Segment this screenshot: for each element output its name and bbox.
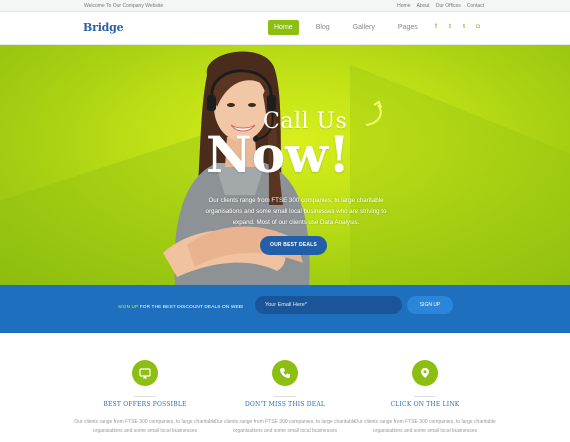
feature-divider bbox=[274, 396, 296, 397]
feature-column: BEST OFFERS POSSIBLE Our clients range f… bbox=[70, 360, 220, 436]
signup-band: SIGN UP FOR THE BEST DISCOUNT DEALS ON W… bbox=[0, 285, 570, 333]
feature-title: DON'T MISS THIS DEAL bbox=[244, 401, 326, 408]
feature-divider bbox=[414, 396, 436, 397]
top-link-home[interactable]: Home bbox=[397, 3, 410, 9]
main-nav: Home Blog Gallery Pages bbox=[268, 20, 435, 35]
feature-description: Our clients range from FTSE 300 companie… bbox=[354, 419, 496, 434]
welcome-text: Welcome To Our Company Website bbox=[84, 3, 164, 9]
hero-description: Our clients range from FTSE 300 companie… bbox=[205, 197, 387, 226]
hero-bg-shape bbox=[350, 64, 570, 285]
twitter-icon[interactable]: t bbox=[446, 23, 454, 31]
location-pin-icon bbox=[421, 368, 429, 378]
feature-column: DON'T MISS THIS DEAL Our clients range f… bbox=[210, 360, 360, 436]
arrow-swoosh-icon bbox=[365, 100, 382, 126]
instagram-icon[interactable]: ◘ bbox=[474, 23, 482, 31]
site-header: Bridge Home Blog Gallery Pages f t t ◘ bbox=[0, 12, 570, 45]
headline-now: Now! bbox=[206, 125, 351, 184]
feature-description: Our clients range from FTSE 300 companie… bbox=[74, 419, 216, 434]
top-link-about[interactable]: About bbox=[416, 3, 429, 9]
feature-icon-circle[interactable] bbox=[272, 360, 298, 386]
signup-label-highlight: SIGN UP bbox=[118, 305, 139, 310]
tumblr-icon[interactable]: t bbox=[460, 23, 468, 31]
feature-description: Our clients range from FTSE 300 companie… bbox=[214, 419, 356, 434]
feature-divider bbox=[134, 396, 156, 397]
feature-title: CLICK ON THE LINK bbox=[390, 401, 460, 408]
monitor-icon bbox=[139, 368, 151, 379]
feature-icon-circle[interactable] bbox=[412, 360, 438, 386]
phone-icon bbox=[280, 368, 290, 378]
top-link-offices[interactable]: Our Offices bbox=[436, 3, 461, 9]
facebook-icon[interactable]: f bbox=[432, 23, 440, 31]
site-logo[interactable]: Bridge bbox=[83, 21, 124, 34]
nav-item-pages[interactable]: Pages bbox=[392, 20, 424, 35]
signup-button[interactable]: SIGN UP bbox=[407, 296, 453, 314]
top-utility-bar: Welcome To Our Company Website Home Abou… bbox=[0, 0, 570, 12]
hero-banner: Call Us Now! Our clients range from FTSE… bbox=[0, 45, 570, 285]
top-link-contact[interactable]: Contact bbox=[467, 3, 484, 9]
email-input[interactable] bbox=[255, 296, 402, 314]
signup-label: SIGN UP FOR THE BEST DISCOUNT DEALS ON W… bbox=[118, 305, 244, 310]
signup-label-text: FOR THE BEST DISCOUNT DEALS ON WEB! bbox=[138, 305, 244, 310]
best-deals-button[interactable]: OUR BEST DEALS bbox=[260, 236, 327, 255]
nav-item-blog[interactable]: Blog bbox=[310, 20, 336, 35]
feature-title: BEST OFFERS POSSIBLE bbox=[103, 401, 187, 408]
social-links: f t t ◘ bbox=[432, 23, 482, 31]
nav-item-gallery[interactable]: Gallery bbox=[347, 20, 381, 35]
feature-icon-circle[interactable] bbox=[132, 360, 158, 386]
nav-item-home[interactable]: Home bbox=[268, 20, 299, 35]
top-links: Home About Our Offices Contact bbox=[397, 3, 484, 9]
feature-column: CLICK ON THE LINK Our clients range from… bbox=[350, 360, 500, 436]
